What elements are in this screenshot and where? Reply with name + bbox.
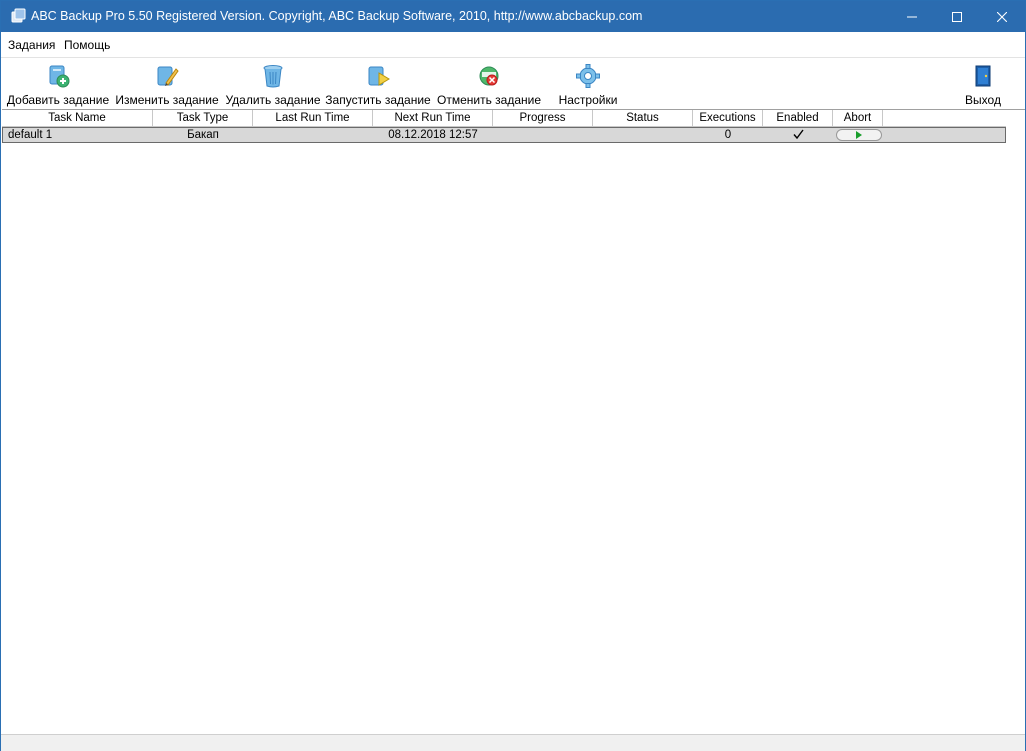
- column-header-status[interactable]: Status: [593, 110, 693, 127]
- abort-button[interactable]: [836, 129, 882, 141]
- grid-header: Task Name Task Type Last Run Time Next R…: [2, 110, 1006, 127]
- column-header-last-run-time[interactable]: Last Run Time: [253, 110, 373, 127]
- delete-task-button[interactable]: Удалить задание: [225, 58, 321, 110]
- gear-icon: [575, 63, 601, 89]
- menu-help[interactable]: Помощь: [64, 38, 110, 52]
- minimize-icon: [907, 12, 917, 22]
- edit-task-icon: [154, 63, 180, 89]
- toolbar: Добавить задание Изменить задание Удалит…: [1, 57, 1025, 109]
- exit-door-icon: [970, 63, 996, 89]
- window-title: ABC Backup Pro 5.50 Registered Version. …: [31, 9, 643, 23]
- settings-label: Настройки: [558, 93, 618, 107]
- add-task-button[interactable]: Добавить задание: [7, 58, 109, 110]
- cell-task-name: default 1: [8, 129, 53, 141]
- column-header-abort[interactable]: Abort: [833, 110, 883, 127]
- minimize-button[interactable]: [889, 1, 935, 32]
- cell-task-type: Бакап: [187, 129, 219, 141]
- cell-next-run-time: 08.12.2018 12:57: [388, 129, 478, 141]
- maximize-button[interactable]: [934, 1, 980, 32]
- status-bar: [1, 734, 1025, 751]
- cell-last-run-time: [253, 128, 373, 142]
- cell-status: [593, 128, 693, 142]
- app-window: ABC Backup Pro 5.50 Registered Version. …: [0, 0, 1026, 751]
- column-header-task-name[interactable]: Task Name: [2, 110, 153, 127]
- delete-task-label: Удалить задание: [225, 93, 321, 107]
- app-icon: [10, 8, 26, 24]
- add-task-label: Добавить задание: [6, 93, 110, 107]
- cell-progress: [493, 128, 593, 142]
- run-task-icon: [365, 63, 391, 89]
- play-icon: [856, 128, 862, 142]
- column-header-executions[interactable]: Executions: [693, 110, 763, 127]
- trash-icon: [260, 63, 286, 89]
- settings-button[interactable]: Настройки: [551, 58, 625, 110]
- column-header-enabled[interactable]: Enabled: [763, 110, 833, 127]
- exit-label: Выход: [965, 93, 1001, 107]
- maximize-icon: [952, 11, 962, 22]
- run-task-label: Запустить задание: [325, 93, 431, 107]
- run-task-button[interactable]: Запустить задание: [325, 58, 431, 110]
- cancel-task-label: Отменить задание: [436, 93, 542, 107]
- enabled-checkbox[interactable]: [793, 129, 804, 140]
- column-header-next-run-time[interactable]: Next Run Time: [373, 110, 493, 127]
- menu-bar: Задания Помощь: [1, 32, 1025, 56]
- column-header-progress[interactable]: Progress: [493, 110, 593, 127]
- add-task-icon: [45, 63, 71, 89]
- menu-tasks[interactable]: Задания: [8, 38, 55, 52]
- table-row[interactable]: default 1 Бакап 08.12.2018 12:57 0: [2, 127, 1006, 143]
- edit-task-label: Изменить задание: [115, 93, 219, 107]
- close-button[interactable]: [979, 1, 1025, 32]
- task-grid[interactable]: Task Name Task Type Last Run Time Next R…: [2, 109, 1025, 733]
- cancel-task-icon: [476, 63, 502, 89]
- cell-executions: 0: [724, 129, 732, 141]
- cancel-task-button[interactable]: Отменить задание: [437, 58, 541, 110]
- edit-task-button[interactable]: Изменить задание: [115, 58, 219, 110]
- close-icon: [997, 11, 1007, 22]
- exit-button[interactable]: Выход: [956, 58, 1010, 110]
- column-header-task-type[interactable]: Task Type: [153, 110, 253, 127]
- title-bar[interactable]: ABC Backup Pro 5.50 Registered Version. …: [1, 1, 1025, 32]
